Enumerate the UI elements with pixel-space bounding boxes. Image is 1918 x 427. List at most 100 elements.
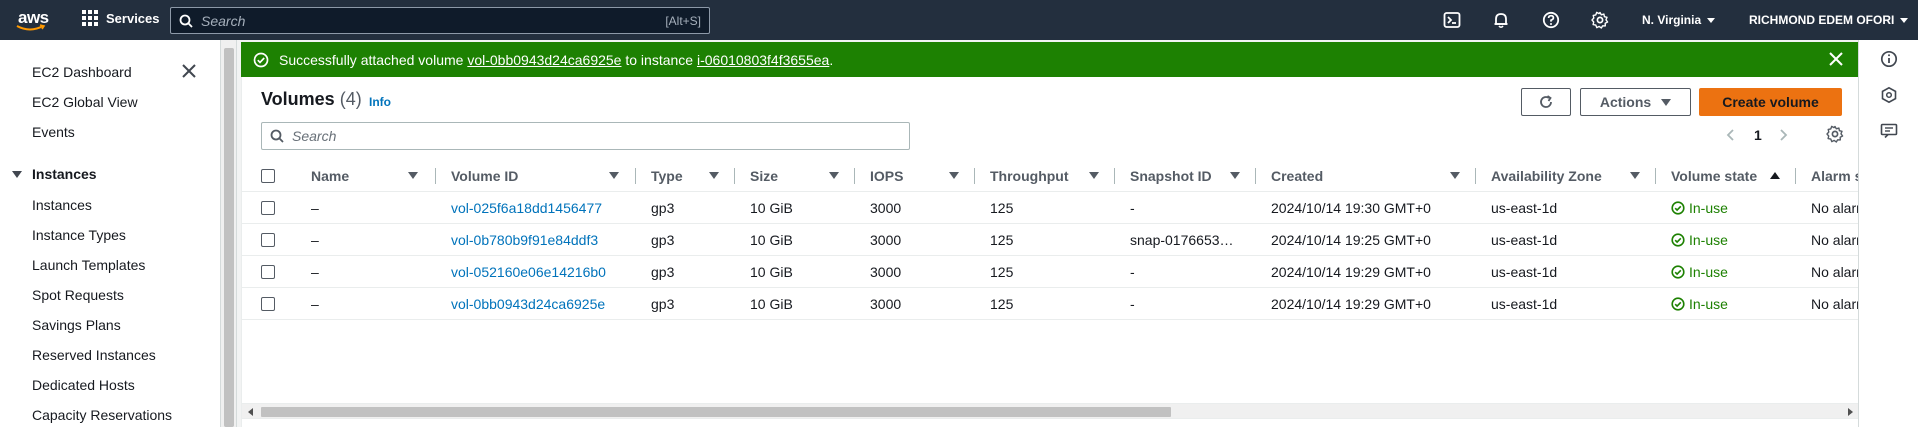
cell-alarm-status: No alarr xyxy=(1811,296,1859,312)
cell-created: 2024/10/14 19:29 GMT+0 xyxy=(1271,264,1431,280)
sidebar-item-capacity-reservations[interactable]: Capacity Reservations xyxy=(32,407,172,423)
column-header-iops[interactable]: IOPS xyxy=(870,160,903,192)
chevron-left-icon[interactable] xyxy=(1724,128,1738,142)
sidebar-scrollbar[interactable] xyxy=(221,40,237,427)
gear-icon[interactable] xyxy=(1826,125,1844,143)
gear-icon[interactable] xyxy=(1591,11,1609,29)
refresh-button[interactable] xyxy=(1521,88,1571,116)
row-checkbox[interactable] xyxy=(261,265,275,279)
column-divider[interactable] xyxy=(1114,168,1115,184)
region-selector[interactable]: N. Virginia xyxy=(1642,13,1716,27)
column-header-volume-state[interactable]: Volume state xyxy=(1671,160,1757,192)
column-divider[interactable] xyxy=(1655,168,1656,184)
column-header-throughput[interactable]: Throughput xyxy=(990,160,1069,192)
scrollbar-thumb[interactable] xyxy=(224,48,234,427)
cell-throughput: 125 xyxy=(990,200,1014,216)
cell-volume-id[interactable]: vol-0b780b9f91e84ddf3 xyxy=(451,224,598,256)
column-divider[interactable] xyxy=(435,168,436,184)
status-text: In-use xyxy=(1689,200,1728,216)
column-divider[interactable] xyxy=(1475,168,1476,184)
cube-icon[interactable] xyxy=(1880,86,1898,104)
sort-icon[interactable] xyxy=(709,172,719,179)
page-number[interactable]: 1 xyxy=(1754,127,1762,143)
column-divider[interactable] xyxy=(854,168,855,184)
cell-volume-id[interactable]: vol-052160e06e14216b0 xyxy=(451,256,606,288)
close-icon[interactable] xyxy=(1828,51,1844,67)
feedback-icon[interactable] xyxy=(1880,122,1898,140)
table-row[interactable]: – vol-052160e06e14216b0 gp3 10 GiB 3000 125 - 2… xyxy=(242,256,1859,288)
sidebar-item-ec2-global-view[interactable]: EC2 Global View xyxy=(32,94,138,110)
cell-volume-id[interactable]: vol-025f6a18dd1456477 xyxy=(451,192,602,224)
scroll-right-arrow[interactable] xyxy=(1848,408,1853,416)
column-divider[interactable] xyxy=(1255,168,1256,184)
cell-availability-zone: us-east-1d xyxy=(1491,296,1558,312)
scroll-left-arrow[interactable] xyxy=(248,408,253,416)
select-all-checkbox[interactable] xyxy=(261,169,275,183)
sort-icon[interactable] xyxy=(1630,172,1640,179)
column-header-name[interactable]: Name xyxy=(311,160,349,192)
sidebar-item-launch-templates[interactable]: Launch Templates xyxy=(32,257,145,273)
chevron-right-icon[interactable] xyxy=(1776,128,1790,142)
right-tools-rail xyxy=(1858,40,1918,427)
actions-button[interactable]: Actions xyxy=(1580,88,1691,116)
table-row[interactable]: – vol-0bb0943d24ca6925e gp3 10 GiB 3000 125 - 2… xyxy=(242,288,1859,320)
cell-volume-id[interactable]: vol-0bb0943d24ca6925e xyxy=(451,288,605,320)
sidebar-item-instance-types[interactable]: Instance Types xyxy=(32,227,126,243)
table-row[interactable]: – vol-0b780b9f91e84ddf3 gp3 10 GiB 3000 125 sn… xyxy=(242,224,1859,256)
services-menu[interactable]: Services xyxy=(82,10,160,26)
sort-icon[interactable] xyxy=(1450,172,1460,179)
create-volume-button[interactable]: Create volume xyxy=(1699,88,1842,116)
sort-icon[interactable] xyxy=(949,172,959,179)
sort-icon[interactable] xyxy=(829,172,839,179)
sidebar-item-spot-requests[interactable]: Spot Requests xyxy=(32,287,124,303)
volumes-search-input[interactable] xyxy=(292,128,909,144)
row-checkbox[interactable] xyxy=(261,297,275,311)
global-search[interactable]: [Alt+S] xyxy=(170,7,710,34)
row-checkbox[interactable] xyxy=(261,201,275,215)
column-divider[interactable] xyxy=(734,168,735,184)
column-header-created[interactable]: Created xyxy=(1271,160,1323,192)
column-header-alarm-status[interactable]: Alarm s xyxy=(1811,160,1859,192)
sort-icon[interactable] xyxy=(609,172,619,179)
cloudshell-icon[interactable] xyxy=(1443,11,1461,29)
top-navigation: aws Services [Alt+S] N. Virginia RICHMON… xyxy=(0,0,1918,40)
flash-instance-link[interactable]: i-06010803f4f3655ea xyxy=(697,52,829,68)
sidebar-item-reserved-instances[interactable]: Reserved Instances xyxy=(32,347,156,363)
bell-icon[interactable] xyxy=(1492,11,1510,29)
column-header-size[interactable]: Size xyxy=(750,160,778,192)
column-header-volume-id[interactable]: Volume ID xyxy=(451,160,518,192)
page-title: Volumes (4) xyxy=(261,89,362,110)
sidebar-item-dedicated-hosts[interactable]: Dedicated Hosts xyxy=(32,377,135,393)
account-menu[interactable]: RICHMOND EDEM OFORI xyxy=(1749,13,1909,27)
info-icon[interactable] xyxy=(1880,50,1898,68)
table-row[interactable]: – vol-025f6a18dd1456477 gp3 10 GiB 3000 125 - 2… xyxy=(242,192,1859,224)
close-icon[interactable] xyxy=(180,62,198,80)
aws-logo[interactable]: aws xyxy=(16,6,52,34)
column-header-type[interactable]: Type xyxy=(651,160,683,192)
sort-icon[interactable] xyxy=(1230,172,1240,179)
flash-volume-link[interactable]: vol-0bb0943d24ca6925e xyxy=(467,52,621,68)
status-badge: In-use xyxy=(1671,200,1728,216)
column-divider[interactable] xyxy=(1795,168,1796,184)
sort-icon[interactable] xyxy=(1089,172,1099,179)
sort-ascending-icon[interactable] xyxy=(1770,172,1780,179)
scrollbar-thumb[interactable] xyxy=(261,407,1171,417)
info-link[interactable]: Info xyxy=(369,95,391,109)
horizontal-scrollbar[interactable] xyxy=(242,403,1859,419)
column-header-availability-zone[interactable]: Availability Zone xyxy=(1491,160,1602,192)
chevron-down-icon xyxy=(1707,18,1716,24)
row-checkbox[interactable] xyxy=(261,233,275,247)
status-text: In-use xyxy=(1689,232,1728,248)
sidebar-item-ec2-dashboard[interactable]: EC2 Dashboard xyxy=(32,64,132,80)
sidebar-item-instances[interactable]: Instances xyxy=(32,197,92,213)
column-divider[interactable] xyxy=(974,168,975,184)
column-header-snapshot-id[interactable]: Snapshot ID xyxy=(1130,160,1212,192)
sort-icon[interactable] xyxy=(408,172,418,179)
column-divider[interactable] xyxy=(635,168,636,184)
sidebar-item-savings-plans[interactable]: Savings Plans xyxy=(32,317,121,333)
volumes-search[interactable] xyxy=(261,122,910,150)
global-search-input[interactable] xyxy=(201,12,666,29)
help-icon[interactable] xyxy=(1542,11,1560,29)
sidebar-item-events[interactable]: Events xyxy=(32,124,75,140)
sidebar-section-instances[interactable]: Instances xyxy=(12,166,97,182)
